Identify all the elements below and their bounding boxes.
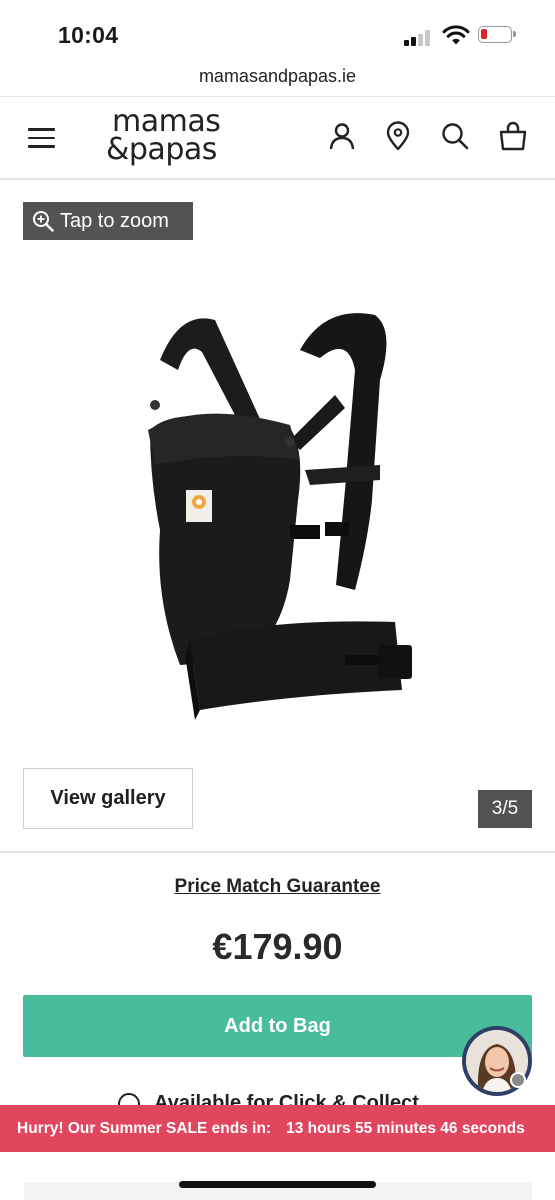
site-header: mamas &papas (0, 96, 555, 180)
bag-icon[interactable] (498, 121, 528, 151)
price-match-guarantee-link[interactable]: Price Match Guarantee (0, 876, 555, 898)
zoom-label: Tap to zoom (60, 209, 169, 232)
status-bar: 10:04 (0, 0, 555, 62)
logo-line-2: &papas (106, 132, 217, 167)
store-locator-icon[interactable] (383, 121, 413, 151)
zoom-in-icon (33, 211, 54, 232)
home-indicator[interactable] (179, 1181, 376, 1188)
section-divider (0, 851, 555, 853)
sale-countdown: 13 hours 55 minutes 46 seconds (286, 1119, 525, 1137)
wifi-icon (442, 25, 470, 45)
sale-banner-text: Hurry! Our Summer SALE ends in: (17, 1119, 272, 1137)
site-logo[interactable]: mamas &papas (106, 107, 254, 169)
search-icon[interactable] (440, 121, 470, 151)
tap-to-zoom-badge[interactable]: Tap to zoom (23, 202, 193, 240)
image-counter: 3/5 (478, 790, 532, 828)
battery-icon (478, 26, 516, 43)
menu-icon[interactable] (28, 128, 55, 148)
sale-countdown-banner[interactable]: Hurry! Our Summer SALE ends in: 13 hours… (0, 1105, 555, 1152)
product-image[interactable] (140, 300, 420, 740)
cellular-signal-icon (404, 30, 434, 46)
status-time: 10:04 (58, 22, 119, 48)
product-price: €179.90 (212, 926, 343, 967)
chat-status-indicator (510, 1072, 526, 1088)
account-icon[interactable] (327, 121, 357, 151)
add-to-bag-button[interactable]: Add to Bag (23, 995, 532, 1057)
browser-url[interactable]: mamasandpapas.ie (0, 66, 555, 87)
view-gallery-button[interactable]: View gallery (23, 768, 193, 829)
